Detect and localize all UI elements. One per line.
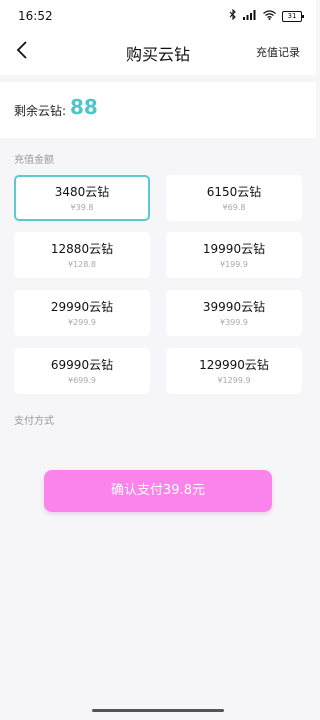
recharge-option-3[interactable]: 12880云钻 ¥128.8 [14, 232, 150, 278]
payment-method-label: 支付方式 [14, 416, 54, 427]
option-amount: 6150云钻 [206, 185, 262, 199]
balance-value: 88 [70, 95, 98, 119]
option-amount: 69990云钻 [50, 358, 114, 372]
option-price: ¥1299.9 [217, 376, 251, 385]
recharge-option-8[interactable]: 129990云钻 ¥1299.9 [166, 348, 302, 394]
recharge-record-link[interactable]: 充值记录 [256, 44, 300, 60]
option-amount: 29990云钻 [50, 300, 114, 314]
recharge-amount-label: 充值金额 [14, 155, 54, 166]
recharge-option-4[interactable]: 19990云钻 ¥199.9 [166, 232, 302, 278]
recharge-option-5[interactable]: 29990云钻 ¥299.9 [14, 290, 150, 336]
option-amount: 12880云钻 [50, 242, 114, 256]
wifi-icon [263, 9, 276, 23]
option-price: ¥128.8 [68, 260, 96, 269]
option-amount: 3480云钻 [54, 185, 110, 199]
recharge-option-7[interactable]: 69990云钻 ¥699.9 [14, 348, 150, 394]
balance-label: 剩余云钻: [14, 104, 67, 118]
status-bar: 16:52 31 [0, 0, 316, 30]
balance-row: 剩余云钻: 88 [0, 82, 316, 138]
recharge-option-6[interactable]: 39990云钻 ¥399.9 [166, 290, 302, 336]
option-amount: 39990云钻 [202, 300, 266, 314]
signal-icon [243, 9, 257, 23]
option-amount: 19990云钻 [202, 242, 266, 256]
bluetooth-icon [229, 8, 237, 23]
status-time: 16:52 [18, 9, 53, 23]
option-price: ¥39.8 [70, 203, 94, 212]
option-amount: 129990云钻 [199, 358, 269, 372]
battery-icon: 31 [282, 10, 304, 22]
option-price: ¥199.9 [220, 260, 248, 269]
option-price: ¥699.9 [68, 376, 96, 385]
home-indicator[interactable] [92, 709, 224, 712]
confirm-pay-button[interactable]: 确认支付39.8元 [44, 470, 272, 512]
status-icons: 31 [229, 8, 304, 23]
option-price: ¥299.9 [68, 318, 96, 327]
recharge-option-1[interactable]: 3480云钻 ¥39.8 [14, 175, 150, 221]
recharge-option-2[interactable]: 6150云钻 ¥69.8 [166, 175, 302, 221]
option-price: ¥69.8 [222, 203, 246, 212]
option-price: ¥399.9 [220, 318, 248, 327]
top-nav-bar: 购买云钻 充值记录 [0, 30, 316, 75]
